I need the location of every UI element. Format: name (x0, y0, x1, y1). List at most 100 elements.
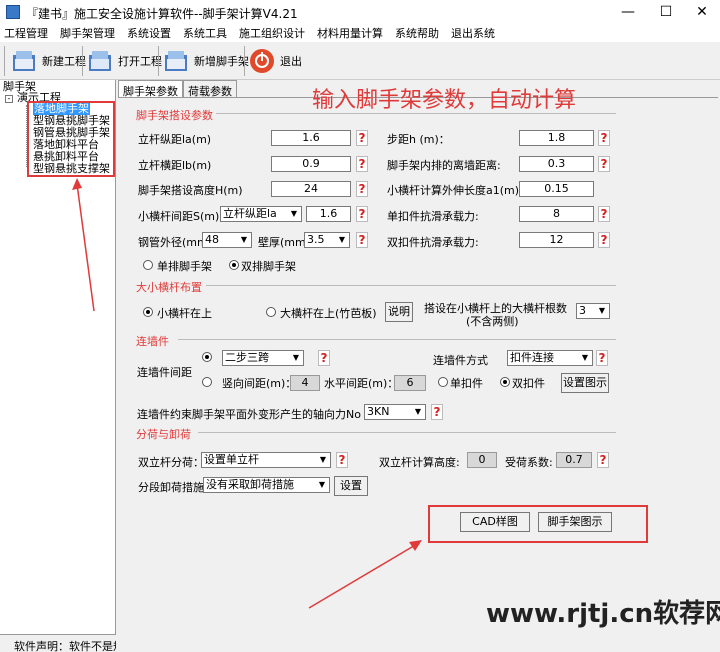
minimize-button[interactable]: — (610, 2, 646, 22)
chevron-down-icon: ▼ (581, 353, 589, 362)
pipe-help-icon[interactable]: ? (356, 232, 368, 248)
count-select[interactable]: 3 ▼ (576, 303, 610, 319)
toolbar-grip (4, 46, 5, 76)
maximize-button[interactable]: ☐ (648, 2, 684, 22)
dist-input[interactable]: 0.3 (519, 156, 594, 172)
small-top-label: 小横杆在上 (157, 307, 212, 320)
annotation-box-tree (27, 101, 115, 177)
single-fastener-radio[interactable] (438, 377, 448, 387)
axial-select[interactable]: 3KN ▼ (364, 404, 426, 420)
wall-select[interactable]: 3.5 ▼ (304, 232, 350, 248)
open-project-button[interactable]: 打开工程 (86, 46, 162, 76)
a1-label: 小横杆计算外伸长度a1(m): (387, 184, 523, 197)
chevron-down-icon: ▼ (318, 480, 326, 489)
method-select[interactable]: 扣件连接 ▼ (507, 350, 593, 366)
pipe-select[interactable]: 48 ▼ (202, 232, 252, 248)
coef-help-icon[interactable]: ? (597, 452, 609, 468)
power-icon (250, 49, 274, 73)
single-help-icon[interactable]: ? (598, 206, 610, 222)
small-top-radio[interactable] (143, 307, 153, 317)
split-help-icon[interactable]: ? (336, 452, 348, 468)
chevron-down-icon: ▼ (292, 353, 300, 362)
la-help-icon[interactable]: ? (356, 130, 368, 146)
cad-drawing-button[interactable]: CAD样图 (460, 512, 530, 532)
menu-project[interactable]: 工程管理 (4, 25, 48, 41)
toolbar-separator (158, 46, 159, 76)
double-fastener-radio[interactable] (500, 377, 510, 387)
tree-collapse-icon[interactable]: - (5, 95, 13, 103)
double-label: 双扣件抗滑承载力: (387, 236, 479, 249)
vert-label: 竖向间距(m)： (222, 377, 297, 390)
count-sublabel: (不含两侧) (466, 315, 519, 328)
close-button[interactable]: ✕ (684, 2, 720, 22)
tab-load-params[interactable]: 荷载参数 (183, 80, 237, 98)
h-input[interactable]: 1.8 (519, 130, 594, 146)
pattern-select[interactable]: 二步三跨 ▼ (222, 350, 304, 366)
tab-scaffold-params[interactable]: 脚手架参数 (118, 80, 183, 98)
la-input[interactable]: 1.6 (271, 130, 351, 146)
left-status-bar: 软件声明：软件不是规 (0, 634, 116, 652)
new-project-button[interactable]: 新建工程 (10, 46, 86, 76)
unload-set-button[interactable]: 设置 (334, 476, 368, 496)
axial-label: 连墙件约束脚手架平面外变形产生的轴向力No (137, 408, 361, 421)
explain-button[interactable]: 说明 (385, 302, 413, 322)
custom-spacing-radio[interactable] (202, 377, 212, 387)
annotation-arrow-buttons (308, 540, 422, 609)
annotation-text: 输入脚手架参数，自动计算 (312, 88, 577, 113)
unload-select[interactable]: 没有采取卸荷措施 ▼ (203, 477, 330, 493)
dbl-height-input[interactable]: 0 (467, 452, 497, 468)
dist-help-icon[interactable]: ? (598, 156, 610, 172)
menu-settings[interactable]: 系统设置 (127, 25, 171, 41)
open-project-icon (89, 51, 111, 71)
coef-input[interactable]: 0.7 (556, 452, 592, 468)
menu-design[interactable]: 施工组织设计 (239, 25, 305, 41)
lb-help-icon[interactable]: ? (356, 156, 368, 172)
single-row-radio[interactable] (143, 260, 153, 270)
toolbar-separator (82, 46, 83, 76)
tie-spacing-label: 连墙件间距 (137, 366, 192, 379)
menu-exit[interactable]: 退出系统 (451, 25, 495, 41)
big-top-radio[interactable] (266, 307, 276, 317)
window-title: 『建书』施工安全设施计算软件--脚手架计算V4.21 (26, 7, 298, 21)
double-fastener-label: 双扣件 (512, 377, 545, 390)
pattern-radio[interactable] (202, 352, 212, 362)
single-row-label: 单排脚手架 (157, 260, 212, 273)
s-label: 小横杆间距S(m) (138, 210, 220, 223)
vert-input[interactable]: 4 (290, 375, 320, 391)
section-title-setup: 脚手架搭设参数 (136, 109, 213, 122)
h-help-icon[interactable]: ? (598, 130, 610, 146)
pattern-help-icon[interactable]: ? (318, 350, 330, 366)
menu-tools[interactable]: 系统工具 (183, 25, 227, 41)
menu-help[interactable]: 系统帮助 (395, 25, 439, 41)
la-label: 立杆纵距la(m) (138, 133, 212, 146)
section-title-unload: 分荷与卸荷 (136, 428, 191, 441)
horiz-input[interactable]: 6 (394, 375, 426, 391)
menu-materials[interactable]: 材料用量计算 (317, 25, 383, 41)
show-diagram-button[interactable]: 设置图示 (561, 373, 609, 393)
split-label: 双立杆分荷： (138, 456, 204, 469)
dist-label: 脚手架内排的离墙距离: (387, 159, 501, 172)
wall-label: 壁厚(mm) (258, 236, 311, 249)
s-select[interactable]: 立杆纵距la ▼ (220, 206, 302, 222)
split-select[interactable]: 设置单立杆 ▼ (201, 452, 331, 468)
double-input[interactable]: 12 (519, 232, 594, 248)
axial-help-icon[interactable]: ? (431, 404, 443, 420)
method-help-icon[interactable]: ? (596, 350, 608, 366)
a1-input[interactable]: 0.15 (519, 181, 594, 197)
exit-button[interactable]: 退出 (248, 46, 302, 76)
scaffold-diagram-button[interactable]: 脚手架图示 (538, 512, 612, 532)
menu-scaffold[interactable]: 脚手架管理 (60, 25, 115, 41)
app-icon (6, 5, 20, 19)
add-scaffold-button[interactable]: 新增脚手架 (162, 46, 249, 76)
annotation-arrow-tree (72, 178, 95, 312)
H-input[interactable]: 24 (271, 181, 351, 197)
H-help-icon[interactable]: ? (356, 181, 368, 197)
single-input[interactable]: 8 (519, 206, 594, 222)
lb-input[interactable]: 0.9 (271, 156, 351, 172)
double-help-icon[interactable]: ? (598, 232, 610, 248)
s-input[interactable]: 1.6 (306, 206, 351, 222)
double-row-radio[interactable] (229, 260, 239, 270)
s-help-icon[interactable]: ? (356, 206, 368, 222)
lb-label: 立杆横距lb(m) (138, 159, 212, 172)
pipe-label: 钢管外径(mm) (138, 236, 213, 249)
